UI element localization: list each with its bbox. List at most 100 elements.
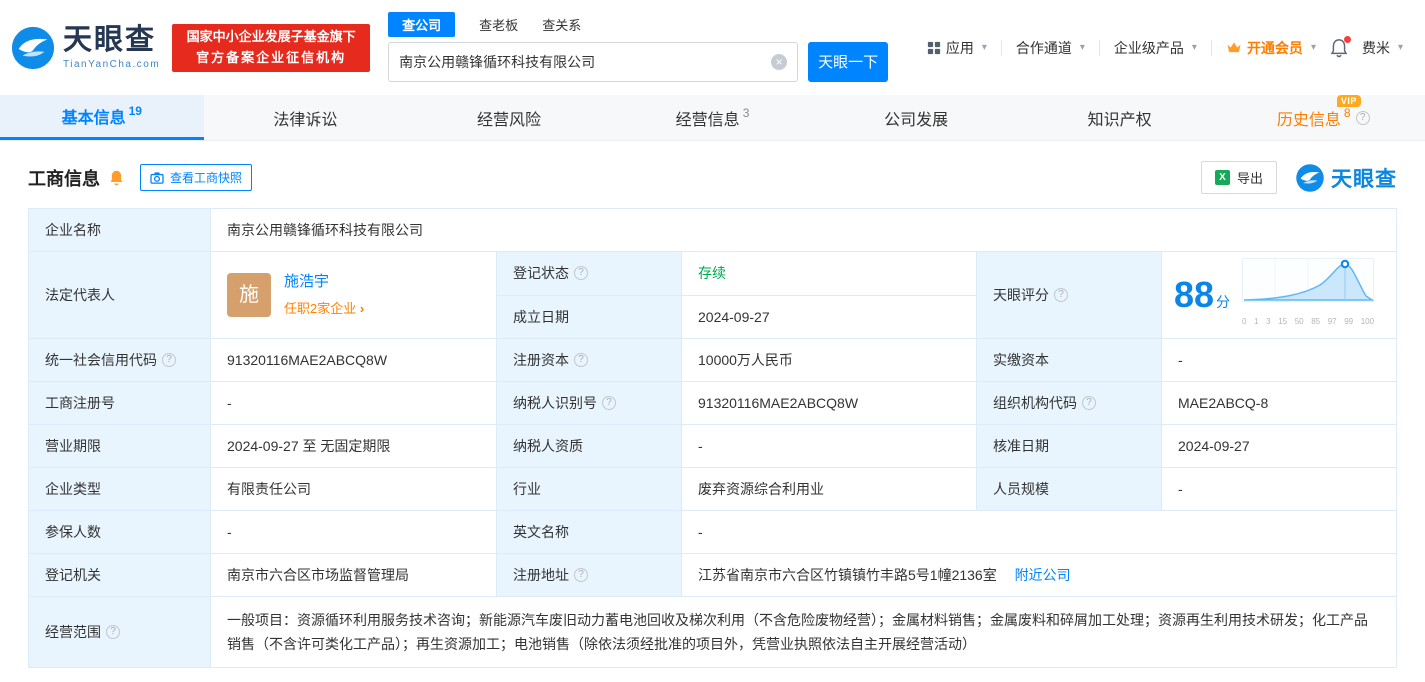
table-row: 工商注册号 - 纳税人识别号 91320116MAE2ABCQ8W 组织机构代码… [28, 381, 1397, 425]
reg-address-value: 江苏省南京市六合区竹镇镇竹丰路5号1幢2136室 附近公司 [681, 553, 1397, 597]
org-code-label: 组织机构代码 [976, 381, 1162, 425]
legal-rep-companies-link[interactable]: 任职2家企业 [284, 299, 364, 319]
watermark-logo: 天眼查 [1295, 163, 1397, 193]
business-scope-label: 经营范围 [28, 596, 211, 668]
watermark-logo-icon [1296, 163, 1324, 192]
tab-company-development-label: 公司发展 [884, 111, 949, 129]
subscribe-bell-icon[interactable] [109, 169, 124, 186]
nav-user[interactable]: 费米 [1362, 38, 1403, 58]
reg-number-value: - [210, 381, 497, 425]
tab-company-development[interactable]: 公司发展 [814, 95, 1018, 140]
tab-business-info[interactable]: 经营信息 3 [611, 95, 815, 140]
taxpayer-id-label: 纳税人识别号 [496, 381, 682, 425]
search-tab-relation[interactable]: 查关系 [542, 15, 581, 34]
tab-intellectual-property[interactable]: 知识产权 [1018, 95, 1222, 140]
nav-apps[interactable]: 应用 [927, 38, 987, 58]
nav-cooperation-label: 合作通道 [1015, 39, 1072, 56]
help-icon[interactable] [574, 353, 588, 367]
tab-basic-info-count: 19 [128, 104, 142, 118]
score-number: 88 [1174, 274, 1215, 315]
legal-rep-label: 法定代表人 [28, 251, 211, 339]
nearby-companies-link[interactable]: 附近公司 [1015, 567, 1071, 583]
tab-legal-proceedings-label: 法律诉讼 [273, 111, 338, 129]
company-nav-tabs: 基本信息 19 法律诉讼 经营风险 经营信息 3 公司发展 知识产权 历史信息 … [0, 94, 1425, 141]
table-row: 法定代表人 施 施浩宇 任职2家企业 登记状态 存续 天眼评分 [28, 251, 1397, 339]
nav-open-vip-label: 开通会员 [1246, 39, 1303, 56]
reg-authority-label: 登记机关 [28, 553, 211, 597]
nav-user-label: 费米 [1361, 39, 1390, 56]
help-icon[interactable] [106, 625, 120, 639]
company-type-label: 企业类型 [28, 467, 211, 511]
clear-search-icon[interactable] [771, 53, 788, 70]
establish-date-label: 成立日期 [496, 294, 682, 339]
legal-rep-name-link[interactable]: 施浩宇 [284, 272, 364, 292]
help-icon[interactable] [1054, 288, 1068, 302]
search-input[interactable] [399, 53, 772, 70]
insured-count-label: 参保人数 [28, 510, 211, 554]
help-icon[interactable] [602, 396, 616, 410]
tab-basic-info[interactable]: 基本信息 19 [0, 95, 204, 140]
notification-bell[interactable] [1330, 35, 1351, 58]
help-icon[interactable] [1082, 396, 1096, 410]
tab-intellectual-property-label: 知识产权 [1087, 111, 1152, 129]
logo-domain: TianYanCha.com [63, 58, 161, 70]
export-button[interactable]: 导出 [1200, 161, 1277, 194]
reg-capital-label: 注册资本 [496, 338, 682, 382]
section-tools: 导出 天眼查 [1200, 161, 1397, 194]
search-row: 天眼一下 [388, 41, 889, 82]
table-row: 统一社会信用代码 91320116MAE2ABCQ8W 注册资本 10000万人… [28, 338, 1397, 382]
tab-legal-proceedings[interactable]: 法律诉讼 [204, 95, 408, 140]
reg-status-value: 存续 [681, 251, 977, 296]
score-value: 88 分 [1174, 277, 1230, 313]
credit-code-label: 统一社会信用代码 [28, 338, 211, 382]
view-snapshot-button[interactable]: 查看工商快照 [140, 164, 253, 191]
tab-operating-risk[interactable]: 经营风险 [407, 95, 611, 140]
badge-line1: 国家中小企业发展子基金旗下 [186, 29, 356, 45]
nav-apps-label: 应用 [945, 39, 974, 56]
tianyancha-logo[interactable]: 天眼查 TianYanCha.com [10, 25, 160, 71]
top-header: 天眼查 TianYanCha.com 国家中小企业发展子基金旗下 官方备案企业征… [0, 0, 1425, 95]
help-icon[interactable] [574, 568, 588, 582]
search-tab-boss[interactable]: 查老板 [479, 15, 518, 34]
table-row: 参保人数 - 英文名称 - [28, 510, 1397, 554]
search-tab-company[interactable]: 查公司 [388, 12, 456, 37]
tab-basic-info-label: 基本信息 [61, 110, 126, 127]
help-icon[interactable] [162, 353, 176, 367]
tab-history-info[interactable]: 历史信息 VIP 8 [1221, 94, 1425, 140]
excel-icon [1214, 170, 1230, 185]
nav-enterprise-products[interactable]: 企业级产品 [1114, 38, 1197, 58]
reg-number-label: 工商注册号 [28, 381, 211, 425]
camera-icon [150, 171, 164, 184]
taxpayer-quality-label: 纳税人资质 [496, 424, 682, 468]
company-name-value: 南京公用赣锋循环科技有限公司 [210, 208, 1397, 252]
reg-status-label: 登记状态 [496, 251, 682, 296]
logo-text: 天眼查 TianYanCha.com [63, 25, 161, 70]
score-cell: 88 分 0 1 3 15 50 85 97 99 100 [1161, 251, 1397, 339]
tianyancha-logo-icon [11, 26, 55, 69]
section-header: 工商信息 查看工商快照 导出 [0, 141, 1425, 208]
english-name-label: 英文名称 [496, 510, 682, 554]
industry-label: 行业 [496, 467, 682, 511]
tab-history-info-count: 8 [1343, 105, 1351, 120]
notification-dot [1343, 35, 1351, 43]
score-curve-chart [1242, 258, 1375, 302]
staff-size-label: 人员规模 [976, 467, 1162, 511]
tab-business-info-label: 经营信息 [675, 111, 740, 129]
help-icon[interactable] [1355, 110, 1370, 125]
help-icon[interactable] [574, 266, 588, 281]
industry-value: 废弃资源综合利用业 [681, 467, 977, 511]
search-button[interactable]: 天眼一下 [808, 41, 889, 82]
paid-capital-label: 实缴资本 [976, 338, 1162, 382]
badge-line2: 官方备案企业征信机构 [196, 49, 347, 65]
legal-rep-avatar[interactable]: 施 [227, 273, 271, 317]
score-chart: 0 1 3 15 50 85 97 99 100 [1242, 258, 1375, 332]
nav-cooperation[interactable]: 合作通道 [1016, 38, 1085, 58]
company-name-label: 企业名称 [28, 208, 211, 252]
nav-open-vip[interactable]: 开通会员 [1226, 38, 1316, 58]
paid-capital-value: - [1161, 338, 1397, 382]
table-row: 营业期限 2024-09-27 至 无固定期限 纳税人资质 - 核准日期 202… [28, 424, 1397, 468]
reg-address-label: 注册地址 [496, 553, 682, 597]
reg-authority-value: 南京市六合区市场监督管理局 [210, 553, 497, 597]
divider [1000, 39, 1002, 56]
view-snapshot-label: 查看工商快照 [170, 171, 243, 185]
